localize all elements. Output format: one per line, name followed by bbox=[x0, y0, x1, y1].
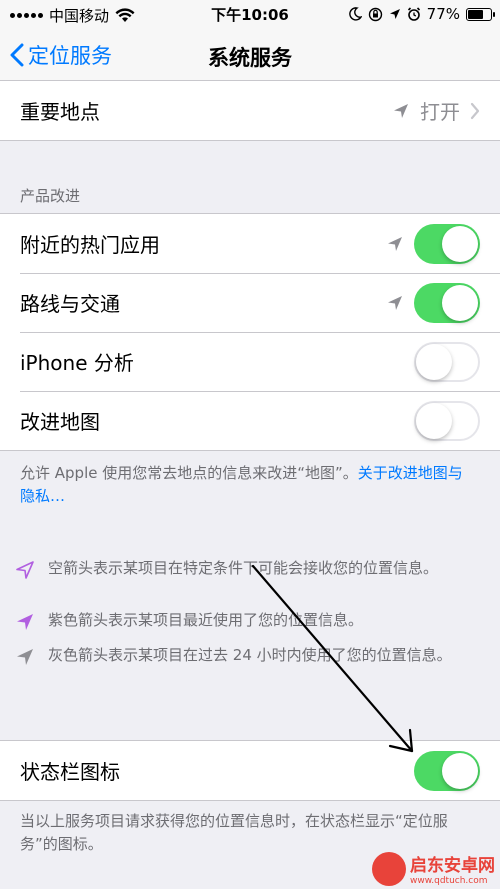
section-header-product-improvement: 产品改进 bbox=[20, 187, 81, 205]
popular-near-me-controls bbox=[386, 223, 480, 264]
toggle-knob bbox=[442, 284, 478, 321]
status-right: 77% bbox=[348, 5, 495, 23]
legend-purple-arrow-text: 紫色箭头表示某项目最近使用了您的位置信息。 bbox=[48, 611, 364, 629]
toggle-knob bbox=[442, 225, 478, 262]
setting-row-improve-maps: 改进地图 bbox=[0, 391, 500, 450]
battery-icon bbox=[466, 7, 495, 21]
status-bar-icon-label: 状态栏图标 bbox=[20, 760, 120, 784]
location-arrow-icon bbox=[394, 103, 408, 118]
setting-row-routing-traffic: 路线与交通 bbox=[0, 273, 500, 332]
product-improvement-group: 附近的热门应用 路线与交通 iPhone 分析 改进地图 bbox=[0, 213, 500, 451]
watermark: 启东安卓网 www.qdtuch.com bbox=[372, 851, 495, 886]
significant-locations-label: 重要地点 bbox=[20, 100, 100, 124]
moon-icon bbox=[348, 7, 362, 21]
improve-maps-toggle[interactable] bbox=[414, 400, 480, 441]
popular-near-me-toggle[interactable] bbox=[414, 223, 480, 264]
rotation-lock-icon bbox=[368, 7, 382, 21]
status-bar-icon-controls bbox=[414, 750, 480, 791]
significant-locations-row[interactable]: 重要地点 打开 bbox=[0, 81, 500, 140]
iphone-analytics-toggle[interactable] bbox=[414, 341, 480, 382]
toggle-knob bbox=[442, 752, 478, 789]
popular-near-me-label: 附近的热门应用 bbox=[20, 233, 160, 257]
purple-arrow-icon bbox=[17, 614, 33, 630]
setting-row-popular-near-me: 附近的热门应用 bbox=[0, 214, 500, 273]
significant-locations-value: 打开 bbox=[420, 100, 460, 124]
routing-traffic-label: 路线与交通 bbox=[20, 292, 120, 316]
improve-maps-footer-text: 允许 Apple 使用您常去地点的信息来改进“地图”。 bbox=[20, 464, 358, 482]
watermark-title: 启东安卓网 bbox=[410, 856, 495, 876]
toggle-knob bbox=[416, 343, 452, 380]
routing-traffic-toggle[interactable] bbox=[414, 282, 480, 323]
iphone-analytics-controls bbox=[414, 341, 480, 382]
legend-gray-arrow: 灰色箭头表示某项目在过去 24 小时内使用了您的位置信息。 bbox=[14, 644, 454, 667]
legend-hollow-arrow-text: 空箭头表示某项目在特定条件下可能会接收您的位置信息。 bbox=[48, 559, 439, 577]
routing-traffic-controls bbox=[386, 282, 480, 323]
improve-maps-label: 改进地图 bbox=[20, 410, 100, 434]
setting-row-iphone-analytics: iPhone 分析 bbox=[0, 332, 500, 391]
significant-locations-group: 重要地点 打开 bbox=[0, 80, 500, 141]
improve-maps-controls bbox=[414, 400, 480, 441]
hollow-arrow-icon bbox=[16, 561, 34, 579]
watermark-logo bbox=[372, 851, 406, 886]
legend-hollow-arrow: 空箭头表示某项目在特定条件下可能会接收您的位置信息。 bbox=[14, 557, 454, 580]
battery-percent: 77% bbox=[426, 5, 460, 23]
page-title: 系统服务 bbox=[208, 46, 292, 70]
status-bar-icon-footer: 当以上服务项目请求获得您的位置信息时，在状态栏显示“定位服务”的图标。 bbox=[20, 812, 448, 853]
gray-arrow-icon bbox=[17, 649, 33, 665]
battery-fill bbox=[468, 9, 484, 19]
navigation-bar: 定位服务 系统服务 bbox=[0, 28, 500, 87]
legend-purple-arrow: 紫色箭头表示某项目最近使用了您的位置信息。 bbox=[14, 609, 454, 632]
location-icon bbox=[389, 9, 400, 19]
setting-row-status-bar-icon: 状态栏图标 bbox=[0, 741, 500, 800]
status-bar-icon-group: 状态栏图标 bbox=[0, 740, 500, 801]
watermark-url: www.qdtuch.com bbox=[410, 876, 488, 886]
status-bar-icon-toggle[interactable] bbox=[414, 750, 480, 791]
toggle-knob bbox=[416, 402, 452, 439]
iphone-analytics-label: iPhone 分析 bbox=[20, 351, 134, 375]
gray-location-arrow-icon bbox=[388, 295, 402, 310]
improve-maps-footer: 允许 Apple 使用您常去地点的信息来改进“地图”。关于改进地图与隐私… bbox=[20, 462, 475, 508]
alarm-icon bbox=[407, 7, 420, 21]
legend-gray-arrow-text: 灰色箭头表示某项目在过去 24 小时内使用了您的位置信息。 bbox=[48, 646, 452, 664]
significant-locations-right: 打开 bbox=[392, 96, 480, 125]
gray-location-arrow-icon bbox=[388, 236, 402, 251]
watermark-text: 启东安卓网 www.qdtuch.com bbox=[410, 851, 495, 886]
status-bar: 中国移动 下午10:06 77% bbox=[0, 0, 500, 28]
chevron-right-icon bbox=[470, 102, 480, 119]
